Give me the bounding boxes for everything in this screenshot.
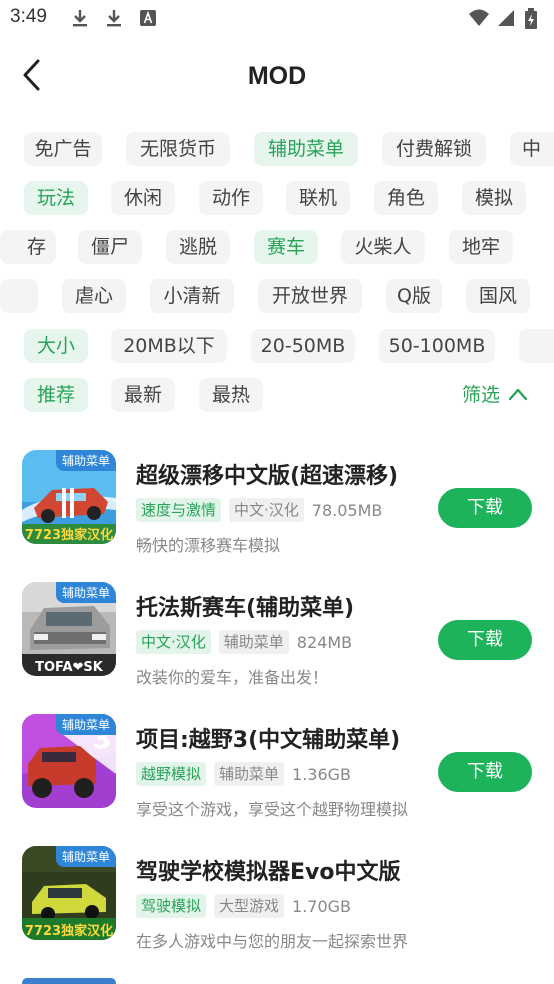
list-item[interactable]: 3 辅助菜单 项目:越野3(中文辅助菜单) 越野模拟 辅助菜单 1.36GB 享…: [0, 714, 554, 834]
app-tag: 越野模拟: [136, 762, 207, 786]
tag-role[interactable]: 角色: [374, 181, 438, 215]
app-icon: 7723独家汉化 辅助菜单: [22, 450, 116, 544]
battery-icon: [524, 8, 544, 29]
app-name: 超级漂移中文版(超速漂移): [136, 464, 399, 489]
download-icon: [104, 8, 124, 28]
status-bar: 3:49: [0, 0, 554, 36]
tag-recommended[interactable]: 推荐: [24, 378, 88, 412]
tag-50-100mb[interactable]: 50-100MB: [379, 329, 495, 363]
filter-row-features: 免广告 无限货币 辅助菜单 付费解锁 中: [0, 132, 554, 168]
app-tags: 越野模拟 辅助菜单 1.36GB: [136, 762, 351, 786]
filter-toggle-label: 筛选: [461, 384, 500, 406]
tag-fresh[interactable]: 小清新: [150, 279, 234, 313]
tag-zombie[interactable]: 僵尸: [78, 230, 142, 264]
list-item[interactable]: 7723独家汉化 辅助菜单 超级漂移中文版(超速漂移) 速度与激情 中文·汉化 …: [0, 450, 554, 570]
tag-gameplay[interactable]: 玩法: [24, 181, 88, 215]
app-icon: 7723独家汉化 辅助菜单: [22, 846, 116, 940]
app-size: 1.70GB: [292, 896, 352, 916]
tag-escape[interactable]: 逃脱: [166, 230, 230, 264]
tag-racing[interactable]: 赛车: [254, 230, 318, 264]
page-title: MOD: [247, 62, 307, 90]
notification-a-icon: [138, 8, 158, 28]
tag-survival-partial[interactable]: 存: [0, 230, 56, 264]
app-tag: 大型游戏: [214, 894, 285, 918]
list-item[interactable]: TOFA❤SK 辅助菜单 托法斯赛车(辅助菜单) 中文·汉化 辅助菜单 824M…: [0, 582, 554, 702]
tag-open-world[interactable]: 开放世界: [258, 279, 362, 313]
app-size: 78.05MB: [311, 500, 383, 520]
tag-partial[interactable]: 中: [510, 132, 554, 166]
app-tag: 辅助菜单: [218, 630, 289, 654]
app-description: 改装你的爱车，准备出发！: [136, 668, 329, 687]
filter-row-genres: 存 僵尸 逃脱 赛车 火柴人 地牢: [0, 230, 554, 266]
tag-action[interactable]: 动作: [199, 181, 263, 215]
list-item[interactable]: 7723独家汉化 辅助菜单 驾驶学校模拟器Evo中文版 驾驶模拟 大型游戏 1.…: [0, 846, 554, 966]
tag-size[interactable]: 大小: [24, 329, 88, 363]
app-tag: 中文·汉化: [229, 498, 304, 522]
tag-heartbreak[interactable]: 虐心: [62, 279, 126, 313]
tag-multiplayer[interactable]: 联机: [286, 181, 350, 215]
app-tag: 驾驶模拟: [136, 894, 207, 918]
tag-20-50mb[interactable]: 20-50MB: [251, 329, 355, 363]
status-time: 3:49: [10, 6, 47, 27]
filter-row-size: 大小 20MB以下 20-50MB 50-100MB: [0, 329, 554, 365]
filter-toggle-button[interactable]: 筛选: [462, 378, 528, 412]
download-icon: [70, 8, 90, 28]
filter-row-sort: 推荐 最新 最热 筛选: [0, 378, 554, 414]
tag-assist-menu[interactable]: 辅助菜单: [254, 132, 358, 166]
tag-cut-off[interactable]: [0, 279, 38, 313]
app-tag: 辅助菜单: [214, 762, 285, 786]
app-icon-text: 7723独家汉化: [25, 923, 113, 939]
app-badge: 辅助菜单: [55, 846, 116, 867]
tag-casual[interactable]: 休闲: [111, 181, 175, 215]
app-tags: 驾驶模拟 大型游戏 1.70GB: [136, 894, 351, 918]
app-badge: 辅助菜单: [55, 714, 116, 735]
tag-chinese-style[interactable]: 国风: [466, 279, 530, 313]
app-tags: 速度与激情 中文·汉化 78.05MB: [136, 498, 382, 522]
app-description: 享受这个游戏，享受这个越野物理模拟: [136, 800, 409, 819]
download-button[interactable]: 下载: [438, 620, 532, 660]
app-icon: 3 辅助菜单: [22, 714, 116, 808]
filter-row-styles: 虐心 小清新 开放世界 Q版 国风: [0, 279, 554, 315]
app-icon: TOFA❤SK 辅助菜单: [22, 582, 116, 676]
filter-row-gameplay: 玩法 休闲 动作 联机 角色 模拟: [0, 181, 554, 217]
tag-newest[interactable]: 最新: [111, 378, 175, 412]
app-description: 畅快的漂移赛车模拟: [136, 536, 281, 555]
app-icon-text: 7723独家汉化: [25, 527, 113, 543]
wifi-icon: [468, 8, 489, 28]
header: MOD: [0, 50, 554, 104]
app-size: 1.36GB: [292, 764, 352, 784]
tag-dungeon[interactable]: 地牢: [449, 230, 513, 264]
app-icon: [22, 978, 116, 984]
app-tag: 中文·汉化: [136, 630, 211, 654]
tag-hottest[interactable]: 最热: [199, 378, 263, 412]
download-button[interactable]: 下载: [438, 752, 532, 792]
list-item-partial[interactable]: [0, 978, 554, 984]
app-description: 在多人游戏中与您的朋友一起探索世界: [136, 932, 409, 951]
tag-unlimited-currency[interactable]: 无限货币: [126, 132, 230, 166]
tag-stickman[interactable]: 火柴人: [341, 230, 425, 264]
app-tags: 中文·汉化 辅助菜单 824MB: [136, 630, 352, 654]
app-badge: 辅助菜单: [55, 450, 116, 471]
tag-simulation[interactable]: 模拟: [462, 181, 526, 215]
tag-under-20mb[interactable]: 20MB以下: [111, 329, 227, 363]
chevron-up-icon: [508, 378, 528, 412]
app-icon-text: TOFA❤SK: [35, 660, 104, 675]
app-size: 824MB: [296, 632, 353, 652]
app-name: 托法斯赛车(辅助菜单): [136, 596, 355, 621]
download-button[interactable]: 下载: [438, 488, 532, 528]
tag-no-ads[interactable]: 免广告: [24, 132, 102, 166]
app-name: 项目:越野3(中文辅助菜单): [136, 728, 401, 753]
signal-icon: [496, 8, 516, 28]
app-tag: 速度与激情: [136, 498, 222, 522]
app-name: 驾驶学校模拟器Evo中文版: [136, 860, 401, 885]
tag-size-partial[interactable]: [519, 329, 554, 363]
app-badge: 辅助菜单: [55, 582, 116, 603]
tag-chibi[interactable]: Q版: [386, 279, 442, 313]
tag-paid-unlock[interactable]: 付费解锁: [382, 132, 486, 166]
